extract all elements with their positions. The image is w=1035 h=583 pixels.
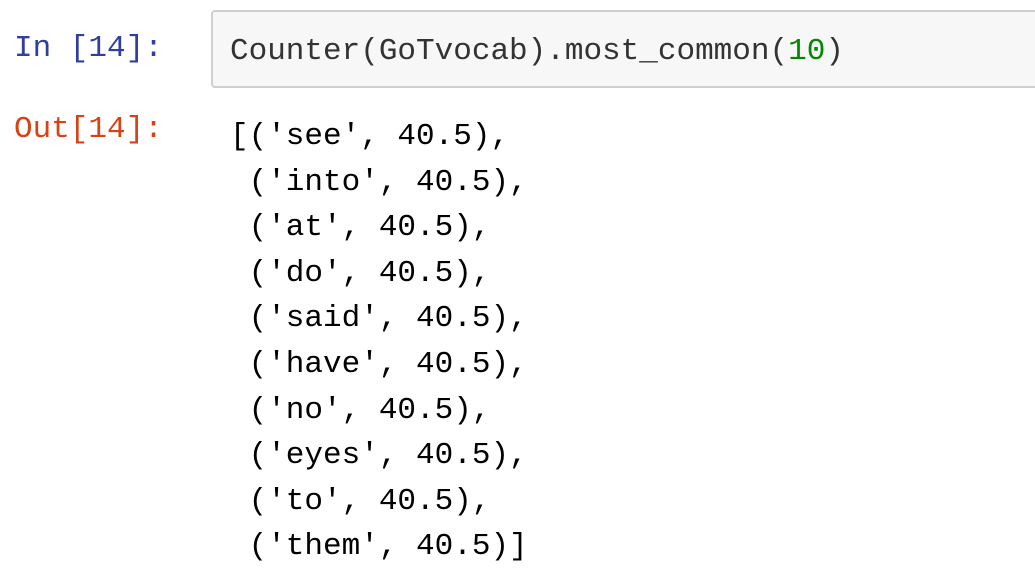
- output-text: [('see', 40.5), ('into', 40.5), ('at', 4…: [230, 114, 528, 570]
- output-cell: Out[14]: [('see', 40.5), ('into', 40.5),…: [0, 100, 1035, 583]
- input-cell: In [14]: Counter(GoTvocab).most_common(1…: [0, 0, 1035, 100]
- code-editor[interactable]: Counter(GoTvocab).most_common(10): [211, 10, 1035, 88]
- code-line[interactable]: Counter(GoTvocab).most_common(10): [230, 32, 844, 72]
- output-line: ('them', 40.5)]: [230, 529, 528, 565]
- input-prompt: In [14]:: [14, 31, 163, 66]
- output-line: ('no', 40.5),: [230, 392, 491, 428]
- code-text: Counter(GoTvocab).most_common(: [230, 34, 789, 69]
- output-line: ('eyes', 40.5),: [230, 438, 528, 474]
- output-line: [('see', 40.5),: [230, 119, 510, 154]
- output-line: ('at', 40.5),: [230, 210, 491, 246]
- output-line: ('do', 40.5),: [230, 255, 491, 291]
- output-line: ('have', 40.5),: [230, 346, 528, 382]
- output-prompt: Out[14]:: [14, 112, 163, 147]
- output-line: ('said', 40.5),: [230, 301, 528, 337]
- code-number-literal: 10: [788, 34, 826, 69]
- output-line: ('to', 40.5),: [230, 483, 491, 519]
- code-closing-paren: ): [825, 34, 844, 69]
- output-line: ('into', 40.5),: [230, 164, 528, 200]
